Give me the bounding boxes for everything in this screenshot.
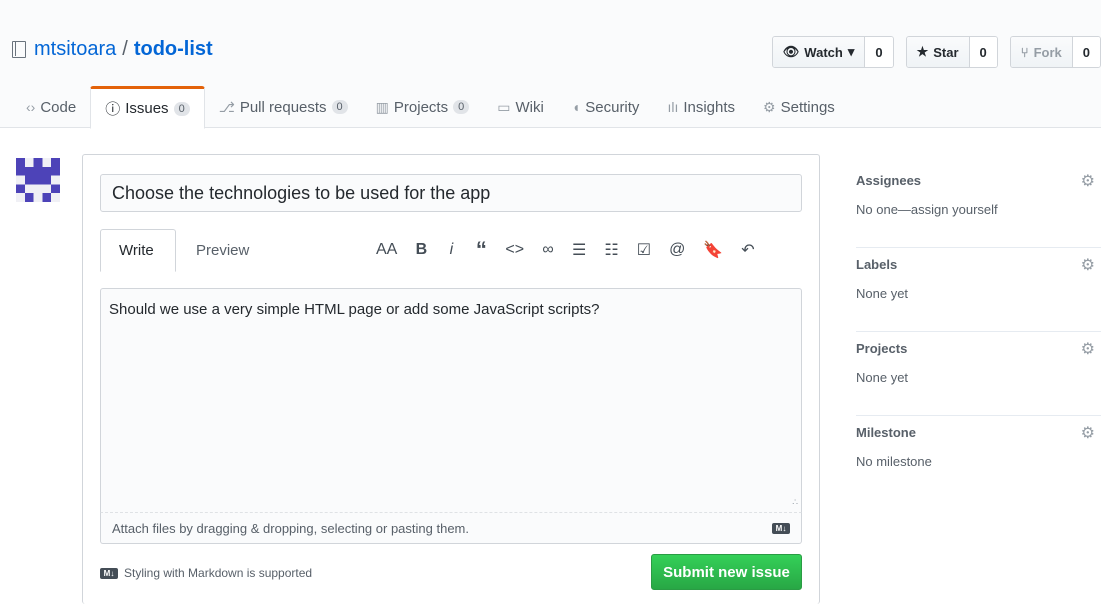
mention-icon[interactable]: @ (669, 241, 685, 259)
link-icon[interactable]: ∞ (542, 241, 554, 259)
sidebar-milestone: Milestone No milestone ⚙ (856, 416, 1101, 500)
star-icon: ★ (916, 44, 929, 59)
repo-title: mtsitoara / todo-list (12, 38, 213, 61)
watch-button[interactable]: 👁 Watch ▾ (772, 37, 866, 67)
attach-files-bar[interactable]: Attach files by dragging & dropping, sel… (100, 512, 802, 544)
bold-icon[interactable]: B (415, 241, 428, 259)
submit-issue-button[interactable]: Submit new issue (651, 554, 802, 590)
gear-icon[interactable]: ⚙ (1081, 171, 1095, 191)
fork-group: ⑂ Fork 0 (1009, 36, 1101, 68)
tab-projects[interactable]: ▥ Projects 0 (362, 86, 484, 128)
tab-wiki-label: Wiki (515, 98, 544, 116)
quote-icon[interactable]: “ (475, 237, 487, 263)
bookmark-icon[interactable]: 🔖 (703, 240, 723, 260)
issue-sidebar: Assignees No one—assign yourself ⚙ Label… (856, 164, 1101, 500)
tab-pull-requests-count: 0 (331, 100, 348, 114)
project-icon: ▥ (375, 98, 389, 115)
tab-issues-count: 0 (173, 101, 190, 116)
sidebar-projects: Projects None yet ⚙ (856, 332, 1101, 416)
sidebar-value: None yet (856, 286, 909, 301)
markdown-toolbar: AA B i “ <> ∞ ☰ ☷ ☑ @ 🔖 ↶ (376, 237, 755, 263)
tab-security[interactable]: ◖ Security (558, 86, 654, 128)
task-list-icon[interactable]: ☑ (637, 240, 651, 260)
repo-separator: / (122, 38, 128, 60)
repo-actions: 👁 Watch ▾ 0 ★ Star 0 ⑂ Fork 0 (771, 36, 1101, 68)
tab-insights[interactable]: ılı Insights (653, 86, 749, 128)
issue-title-input[interactable]: Choose the technologies to be used for t… (100, 174, 802, 212)
gear-icon: ⚙ (763, 98, 776, 115)
markdown-note-text: Styling with Markdown is supported (124, 566, 313, 580)
tab-code-label: Code (40, 98, 77, 116)
star-count[interactable]: 0 (969, 37, 997, 67)
fork-icon: ⑂ (1020, 44, 1029, 60)
fork-label: Fork (1033, 44, 1062, 60)
markdown-icon: M↓ (772, 522, 790, 534)
book-icon: ▭ (497, 98, 511, 115)
sidebar-value: None yet (856, 370, 909, 385)
tab-issues[interactable]: ⓘ Issues 0 (90, 86, 205, 129)
star-button[interactable]: ★ Star (906, 37, 970, 67)
caret-down-icon: ▾ (847, 44, 855, 59)
pull-request-icon: ⎇ (218, 98, 235, 115)
tab-security-label: Security (585, 98, 640, 116)
issue-body-textarea[interactable]: Should we use a very simple HTML page or… (100, 288, 802, 513)
sidebar-heading[interactable]: Assignees (856, 173, 1101, 188)
resize-grip-icon[interactable]: ∴ (792, 497, 798, 508)
reply-icon[interactable]: ↶ (741, 240, 754, 260)
tab-code[interactable]: ‹› Code (12, 86, 90, 128)
tab-preview[interactable]: Preview (178, 229, 267, 272)
repo-icon (12, 41, 26, 58)
sidebar-heading[interactable]: Projects (856, 341, 1101, 356)
eye-icon: 👁 (782, 44, 800, 59)
italic-icon[interactable]: i (445, 241, 457, 259)
repo-nav-tabs: ‹› Code ⓘ Issues 0 ⎇ Pull requests 0 ▥ P… (12, 86, 849, 129)
fork-button[interactable]: ⑂ Fork (1010, 37, 1073, 67)
gear-icon[interactable]: ⚙ (1081, 255, 1095, 275)
code-icon: ‹› (26, 99, 36, 115)
shield-icon: ◖ (571, 99, 581, 115)
sidebar-heading[interactable]: Labels (856, 257, 1101, 272)
watch-count[interactable]: 0 (865, 37, 893, 67)
repo-header: mtsitoara / todo-list 👁 Watch ▾ 0 ★ Star… (0, 0, 1101, 129)
issue-body-text: Should we use a very simple HTML page or… (109, 301, 600, 318)
tab-pull-requests[interactable]: ⎇ Pull requests 0 (205, 86, 362, 128)
repo-owner-link[interactable]: mtsitoara (34, 38, 116, 61)
issue-icon: ⓘ (105, 101, 121, 118)
markdown-note[interactable]: M↓ Styling with Markdown is supported (100, 566, 312, 580)
sidebar-labels: Labels None yet ⚙ (856, 248, 1101, 332)
sidebar-value[interactable]: No one—assign yourself (856, 202, 1101, 217)
tab-settings[interactable]: ⚙ Settings (749, 86, 849, 128)
tab-write[interactable]: Write (100, 229, 176, 272)
graph-icon: ılı (667, 99, 679, 115)
markdown-icon: M↓ (100, 567, 118, 579)
tab-wiki[interactable]: ▭ Wiki (483, 86, 558, 128)
tab-issues-label: Issues (125, 100, 169, 117)
avatar (16, 158, 60, 202)
code-icon[interactable]: <> (505, 241, 524, 259)
header-text-icon[interactable]: AA (376, 241, 397, 259)
fork-count[interactable]: 0 (1072, 37, 1100, 67)
editor-tabs: Write Preview AA B i “ <> ∞ ☰ ☷ ☑ @ 🔖 ↶ (100, 229, 802, 272)
tab-insights-label: Insights (683, 98, 736, 116)
sidebar-heading[interactable]: Milestone (856, 425, 1101, 440)
tab-pull-requests-label: Pull requests (239, 98, 327, 116)
gear-icon[interactable]: ⚙ (1081, 423, 1095, 443)
watch-label: Watch (804, 44, 843, 60)
gear-icon[interactable]: ⚙ (1081, 339, 1095, 359)
attach-files-text: Attach files by dragging & dropping, sel… (112, 520, 469, 536)
sidebar-assignees: Assignees No one—assign yourself ⚙ (856, 164, 1101, 248)
numbered-list-icon[interactable]: ☷ (604, 240, 618, 260)
star-group: ★ Star 0 (905, 36, 998, 68)
watch-group: 👁 Watch ▾ 0 (771, 36, 894, 68)
sidebar-value: No milestone (856, 454, 932, 469)
repo-name-link[interactable]: todo-list (134, 38, 213, 61)
tab-settings-label: Settings (780, 98, 835, 116)
tab-projects-count: 0 (453, 100, 470, 114)
star-label: Star (933, 44, 959, 60)
bulleted-list-icon[interactable]: ☰ (572, 240, 586, 260)
tab-projects-label: Projects (393, 98, 449, 116)
